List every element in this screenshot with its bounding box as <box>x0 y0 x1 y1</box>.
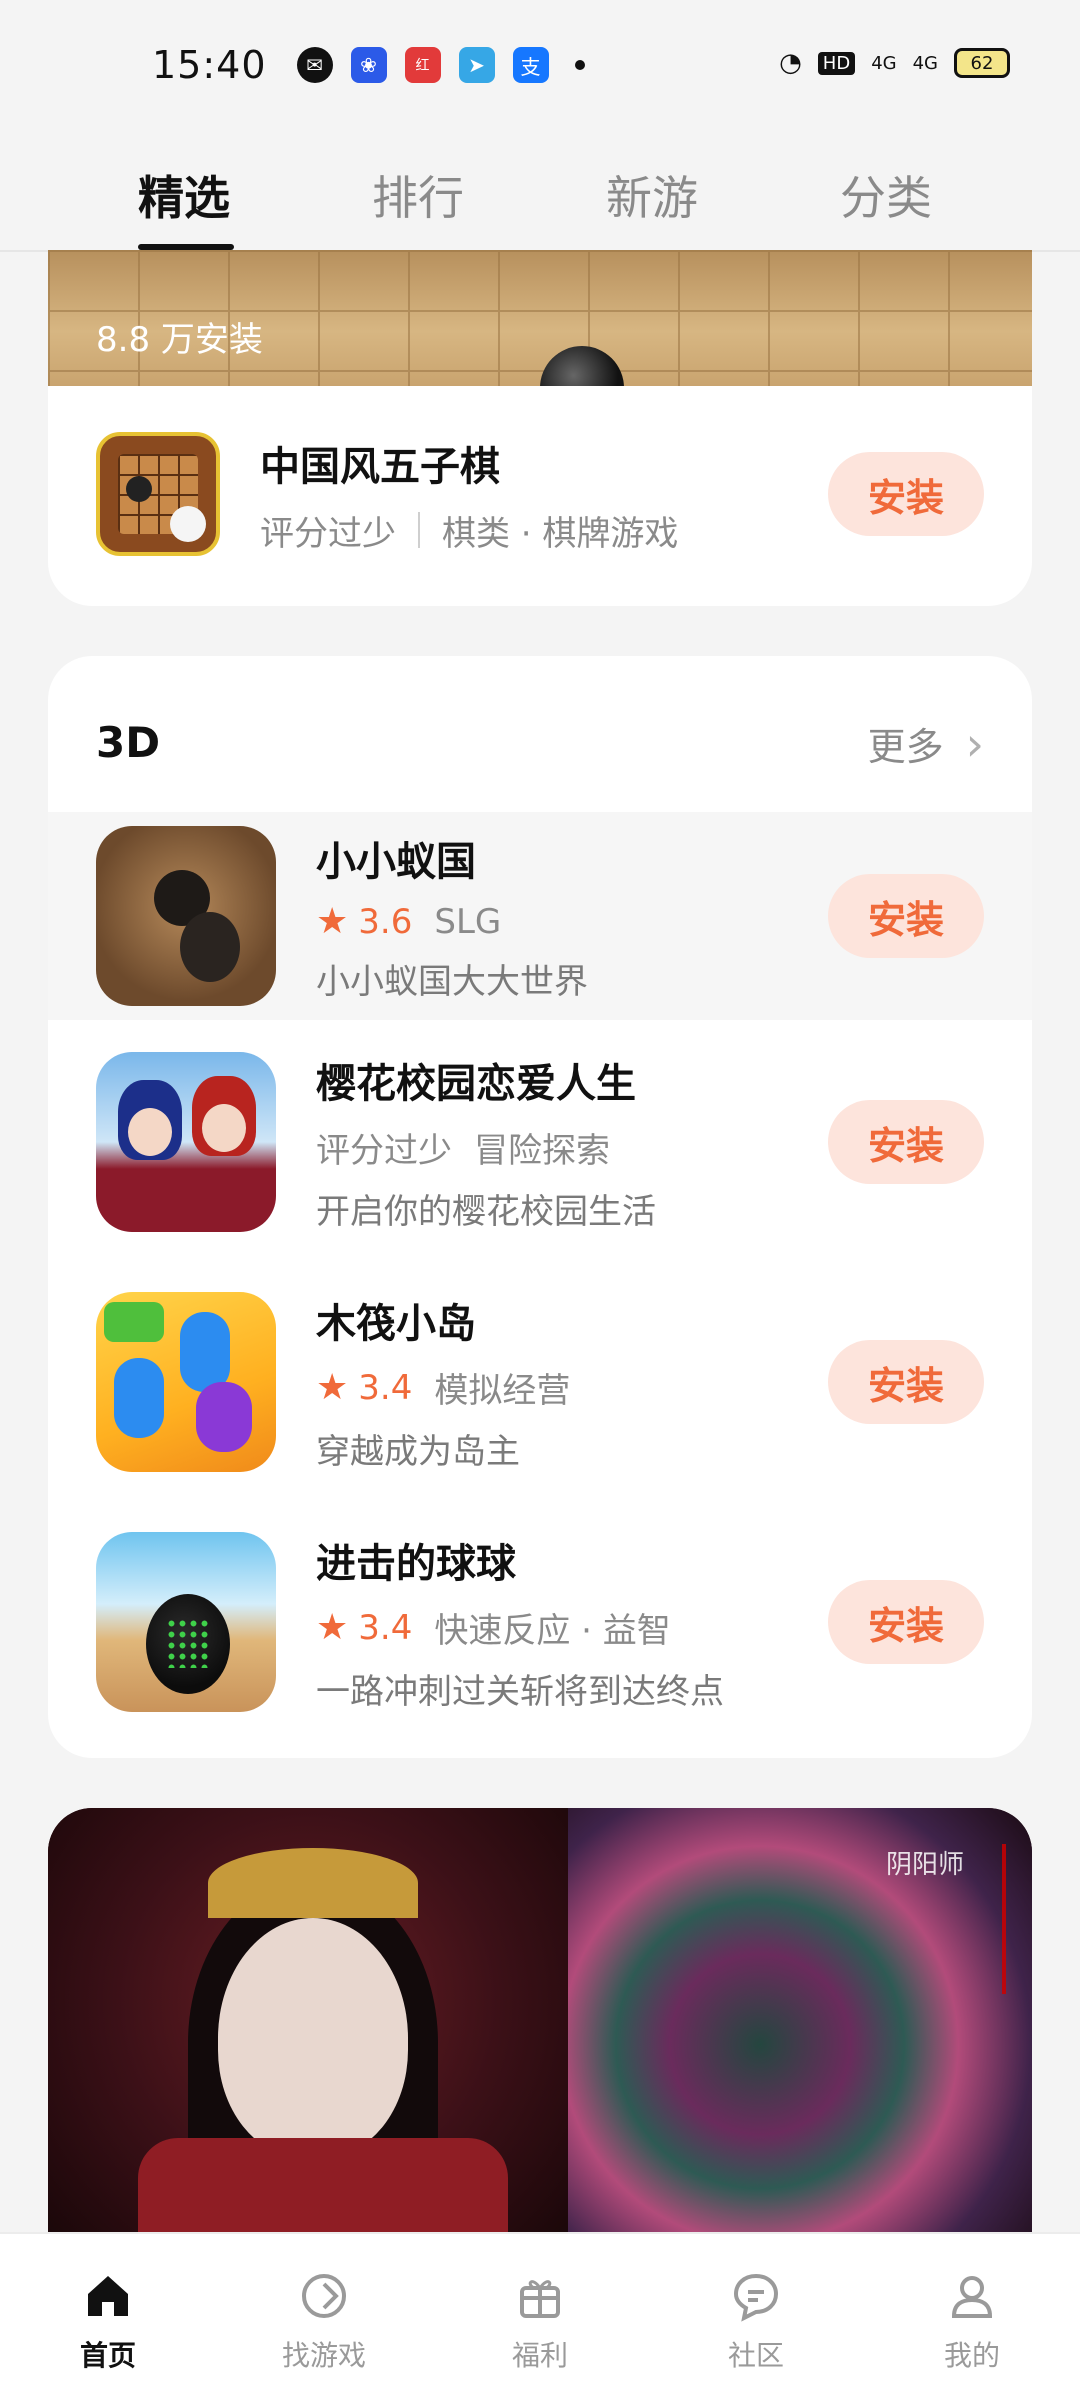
app-info: 木筏小岛 ★ 3.4 模拟经营 穿越成为岛主 <box>316 1291 570 1473</box>
rating-text: 评分过少 <box>260 513 396 554</box>
app-meta: ★ 3.4 快速反应 · 益智 <box>316 1603 724 1652</box>
nav-profile[interactable]: 我的 <box>864 2234 1080 2400</box>
featured-app-card[interactable]: 8.8 万安装 中国风五子棋 评分过少 棋类 · 棋牌游戏 安装 <box>48 250 1032 606</box>
home-icon <box>80 2268 136 2324</box>
sakura-school-app-icon <box>96 1052 276 1232</box>
tab-ranking[interactable]: 排行 <box>372 130 606 250</box>
battery-icon: 62 <box>954 48 1010 78</box>
signal-icon-1: 4G <box>871 52 897 74</box>
tab-new-games[interactable]: 新游 <box>606 130 840 250</box>
app-meta: 评分过少 棋类 · 棋牌游戏 <box>260 506 678 555</box>
app-info: 小小蚁国 ★ 3.6 SLG 小小蚁国大大世界 <box>316 829 588 1003</box>
app-name: 中国风五子棋 <box>260 443 500 490</box>
more-notifications-dot <box>574 60 585 70</box>
star-icon: ★ <box>316 901 349 942</box>
app-meta: ★ 3.6 SLG <box>316 901 588 942</box>
install-button[interactable]: 安装 <box>828 1340 984 1424</box>
rating-text: 评分过少 <box>316 1131 452 1171</box>
star-icon: ★ <box>316 1607 349 1648</box>
tab-categories[interactable]: 分类 <box>840 130 1074 250</box>
nav-label: 社区 <box>727 2339 784 2372</box>
app-name: 进击的球球 <box>316 1541 516 1587</box>
meta-divider <box>418 512 420 548</box>
raft-island-app-icon <box>96 1292 276 1472</box>
nav-home[interactable]: 首页 <box>0 2234 216 2400</box>
nav-label: 福利 <box>511 2339 568 2372</box>
app-meta: ★ 3.4 模拟经营 <box>316 1363 570 1412</box>
app-tag: 快速反应 · 益智 <box>434 1611 671 1651</box>
star-icon: ★ <box>316 1367 349 1408</box>
app-info: 进击的球球 ★ 3.4 快速反应 · 益智 一路冲刺过关斩将到达终点 <box>316 1531 724 1713</box>
rating-value: 3.4 <box>358 1367 413 1408</box>
app-description: 一路冲刺过关斩将到达终点 <box>316 1672 724 1712</box>
tab-featured[interactable]: 精选 <box>138 130 372 250</box>
app-description: 小小蚁国大大世界 <box>316 962 588 1002</box>
list-item[interactable]: 木筏小岛 ★ 3.4 模拟经营 穿越成为岛主 安装 <box>48 1292 1032 1472</box>
app-name: 小小蚁国 <box>316 839 476 885</box>
app-category: 棋类 · 棋牌游戏 <box>442 513 679 554</box>
section-title: 3D <box>96 718 161 767</box>
featured-app-row[interactable]: 中国风五子棋 评分过少 棋类 · 棋牌游戏 安装 <box>48 432 1032 556</box>
app-name: 木筏小岛 <box>316 1301 476 1347</box>
gomoku-app-icon <box>96 432 220 556</box>
ball-rush-app-icon <box>96 1532 276 1712</box>
alipay-icon: 支 <box>512 47 549 83</box>
notification-icons: ✉ ❀ 红 ➤ 支 <box>296 47 585 83</box>
app-description: 穿越成为岛主 <box>316 1432 520 1472</box>
app-rating: ★ 3.4 <box>316 1607 412 1648</box>
xiaohongshu-icon: 红 <box>404 47 441 83</box>
rating-value: 3.6 <box>358 901 413 942</box>
app-name: 樱花校园恋爱人生 <box>316 1061 636 1107</box>
wifi-icon: ◔ <box>779 48 802 78</box>
app-info: 樱花校园恋爱人生 评分过少 冒险探索 开启你的樱花校园生活 <box>316 1051 656 1233</box>
ant-kingdom-app-icon <box>96 826 276 1006</box>
list-item[interactable]: 樱花校园恋爱人生 评分过少 冒险探索 开启你的樱花校园生活 安装 <box>48 1052 1032 1232</box>
install-button[interactable]: 安装 <box>828 874 984 958</box>
featured-app-info: 中国风五子棋 评分过少 棋类 · 棋牌游戏 <box>260 434 678 555</box>
rating-value: 3.4 <box>358 1607 413 1648</box>
nav-label: 首页 <box>79 2339 136 2372</box>
more-link[interactable]: 更多 › <box>868 716 984 771</box>
system-icons: ◔ HD 4G 4G 62 <box>779 48 1010 78</box>
app-rating: ★ 3.4 <box>316 1367 412 1408</box>
list-item[interactable]: 小小蚁国 ★ 3.6 SLG 小小蚁国大大世界 安装 <box>48 812 1032 1020</box>
nav-label: 我的 <box>943 2339 1000 2372</box>
nav-rewards[interactable]: 福利 <box>432 2234 648 2400</box>
chevron-right-icon: › <box>965 716 984 771</box>
find-game-icon <box>296 2268 352 2324</box>
list-item[interactable]: 进击的球球 ★ 3.4 快速反应 · 益智 一路冲刺过关斩将到达终点 安装 <box>48 1532 1032 1712</box>
banner-art-left <box>48 1808 568 2238</box>
section-3d-card: 3D 更多 › 小小蚁国 ★ 3.6 SLG 小小蚁国大大世界 安装 樱花校园恋爱 <box>48 656 1032 1758</box>
install-button[interactable]: 安装 <box>828 452 984 536</box>
profile-icon <box>944 2268 1000 2324</box>
status-time: 15:40 <box>152 43 267 87</box>
status-bar: 15:40 ✉ ❀ 红 ➤ 支 ◔ HD 4G 4G 62 <box>0 0 1080 130</box>
install-button[interactable]: 安装 <box>828 1100 984 1184</box>
wechat-icon: ✉ <box>296 47 333 83</box>
install-count: 8.8 万安装 <box>96 320 263 360</box>
signal-icon-2: 4G <box>912 52 938 74</box>
more-label: 更多 <box>867 725 944 769</box>
hd-icon: HD <box>817 51 856 75</box>
install-button[interactable]: 安装 <box>828 1580 984 1664</box>
app-tag: SLG <box>434 901 502 942</box>
app-rating: ★ 3.6 <box>316 901 412 942</box>
app-tag: 模拟经营 <box>434 1371 571 1411</box>
nav-label: 找游戏 <box>281 2339 366 2372</box>
nav-find-game[interactable]: 找游戏 <box>216 2234 432 2400</box>
bottom-nav: 首页 找游戏 福利 社区 我的 <box>0 2232 1080 2400</box>
app-tag: 冒险探索 <box>474 1131 610 1171</box>
app-description: 开启你的樱花校园生活 <box>316 1192 656 1232</box>
onmyoji-logo: 阴阳师 <box>886 1844 1006 1994</box>
telegram-icon: ➤ <box>458 47 495 83</box>
app-meta: 评分过少 冒险探索 <box>316 1123 656 1172</box>
featured-banner-image: 8.8 万安装 <box>48 250 1032 386</box>
promo-banner[interactable]: 阴阳师 <box>48 1808 1032 2238</box>
baidu-icon: ❀ <box>350 47 387 83</box>
community-icon <box>728 2268 784 2324</box>
nav-community[interactable]: 社区 <box>648 2234 864 2400</box>
top-tabs: 精选 排行 新游 分类 <box>0 130 1080 252</box>
gift-icon <box>512 2268 568 2324</box>
